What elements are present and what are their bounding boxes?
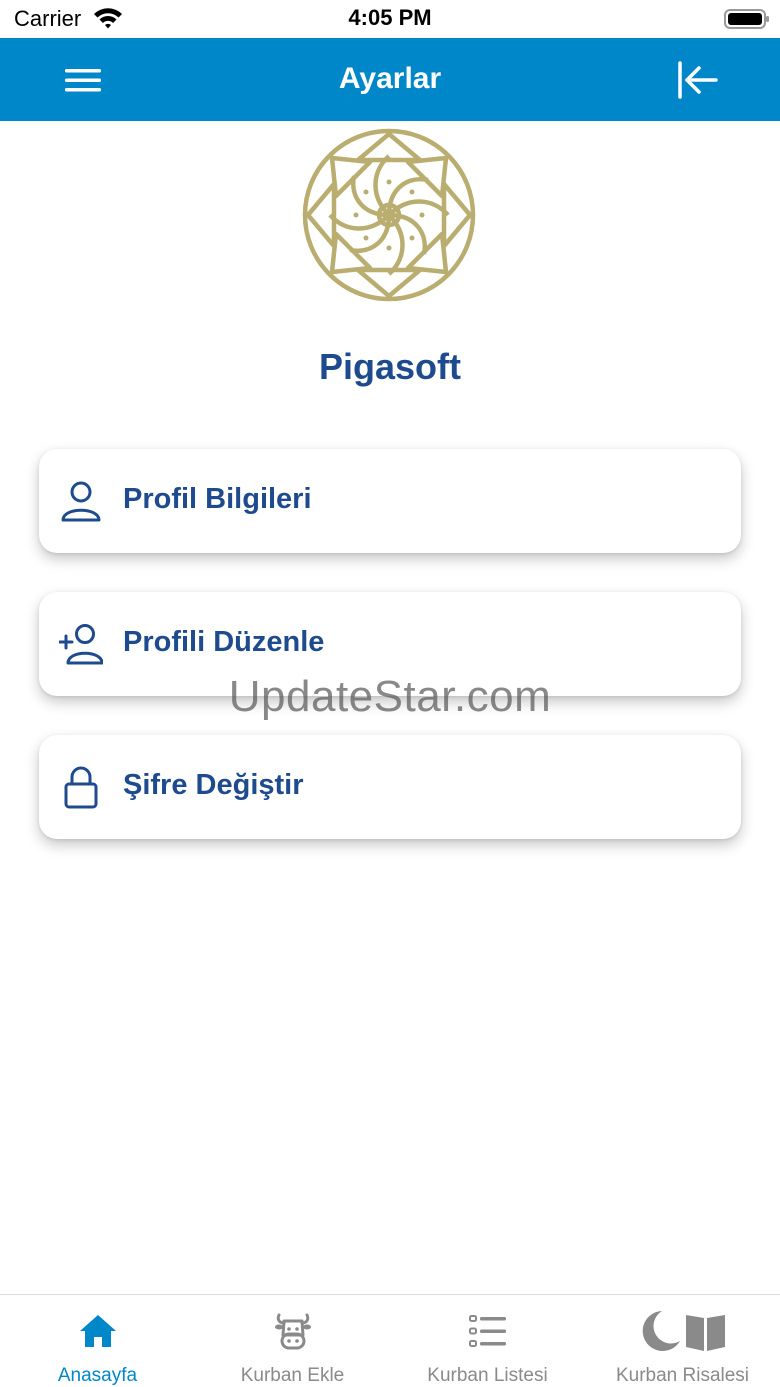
change-password-card[interactable]: Şifre Değiştir bbox=[39, 735, 741, 839]
tab-home-label: Anasayfa bbox=[57, 1365, 138, 1386]
page-title: Ayarlar bbox=[338, 62, 442, 95]
ornamental-rosette-logo bbox=[302, 128, 476, 302]
tab-sacrifice-list-label: Kurban Listesi bbox=[427, 1365, 548, 1386]
tab-sacrifice-list[interactable]: Kurban Listesi bbox=[390, 1295, 585, 1387]
edit-profile-label: Profili Düzenle bbox=[123, 626, 325, 658]
cow-head-icon bbox=[274, 1313, 311, 1350]
user-add-icon bbox=[59, 624, 103, 665]
home-icon bbox=[79, 1315, 116, 1347]
list-icon bbox=[468, 1315, 506, 1347]
tab-sacrifice-treatise[interactable]: Kurban Risalesi bbox=[585, 1295, 780, 1387]
profile-info-card[interactable]: Profil Bilgileri bbox=[39, 449, 741, 553]
status-bar: Carrier 4:05 PM bbox=[0, 0, 780, 38]
organization-name: Pigasoft bbox=[318, 346, 461, 387]
status-time: 4:05 PM bbox=[348, 5, 432, 30]
tab-sacrifice-treatise-label: Kurban Risalesi bbox=[615, 1365, 750, 1386]
lock-icon bbox=[64, 766, 98, 809]
tab-add-sacrifice-label: Kurban Ekle bbox=[240, 1365, 345, 1386]
tab-home[interactable]: Anasayfa bbox=[0, 1295, 195, 1387]
change-password-label: Şifre Değiştir bbox=[123, 769, 304, 801]
tab-bar: Anasayfa Kurban Ekle Kurban Listesi Kurb… bbox=[0, 1294, 780, 1387]
edit-profile-card[interactable]: Profili Düzenle bbox=[39, 592, 741, 696]
profile-info-label: Profil Bilgileri bbox=[123, 483, 312, 515]
battery-icon bbox=[724, 9, 769, 29]
logout-arrow-icon[interactable] bbox=[672, 58, 722, 102]
user-icon bbox=[61, 481, 101, 522]
moon-book-icon bbox=[642, 1311, 725, 1351]
header-bar: Ayarlar bbox=[0, 38, 780, 121]
tab-add-sacrifice[interactable]: Kurban Ekle bbox=[195, 1295, 390, 1387]
